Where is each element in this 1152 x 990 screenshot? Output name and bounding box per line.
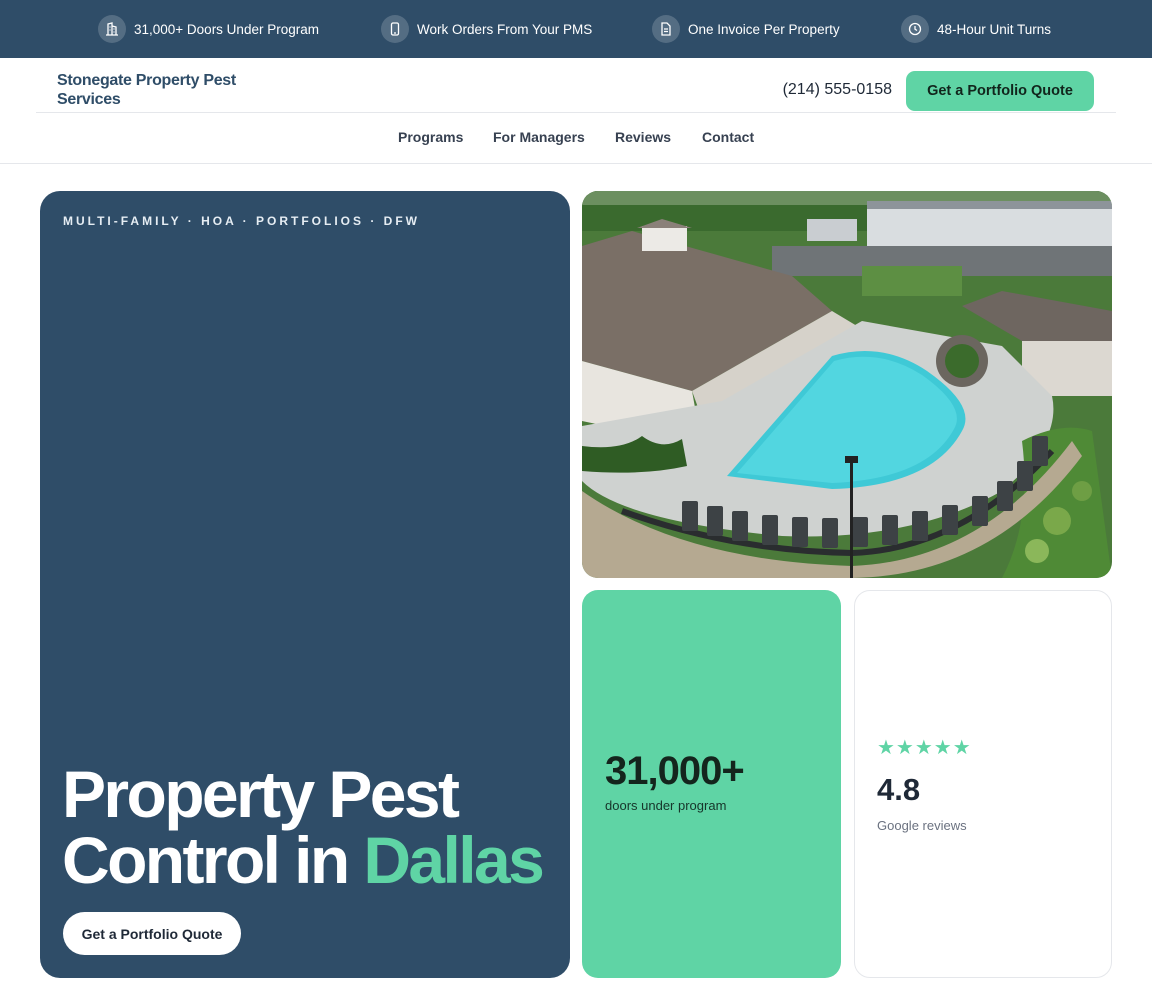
nav-link-contact[interactable]: Contact [702, 128, 754, 146]
doors-stat-value: 31,000+ [605, 749, 745, 793]
nav-link-programs[interactable]: Programs [398, 128, 463, 146]
trust-bar: 31,000+ Doors Under Program Work Orders … [0, 0, 1152, 58]
hero-title: Property Pest Control in Dallas [62, 761, 562, 893]
building-icon [98, 15, 126, 43]
clock-icon [901, 15, 929, 43]
trust-item-work-orders: Work Orders From Your PMS [381, 14, 592, 44]
rating-value: 4.8 [877, 772, 921, 807]
header-divider [36, 112, 1116, 113]
nav-divider [0, 163, 1152, 164]
hero-title-accent: Dallas [363, 823, 544, 897]
property-aerial-photo [582, 191, 1112, 578]
trust-item-invoice: One Invoice Per Property [652, 14, 840, 44]
nav-link-reviews[interactable]: Reviews [615, 128, 671, 146]
nav-link-for-managers[interactable]: For Managers [493, 128, 585, 146]
rating-source-label: Google reviews [877, 818, 967, 833]
trust-item-unit-turns: 48-Hour Unit Turns [901, 14, 1051, 44]
hero-quote-button[interactable]: Get a Portfolio Quote [63, 912, 241, 955]
phone-link[interactable]: (214) 555-0158 [740, 80, 892, 100]
phone-icon [381, 15, 409, 43]
trust-label: Work Orders From Your PMS [417, 21, 593, 37]
trust-label: One Invoice Per Property [688, 21, 840, 37]
trust-label: 48-Hour Unit Turns [937, 21, 1052, 37]
hero-panel: MULTI-FAMILY · HOA · PORTFOLIOS · DFW Pr… [40, 191, 570, 978]
header-quote-button[interactable]: Get a Portfolio Quote [906, 71, 1094, 111]
doors-stat-card: 31,000+ doors under program [582, 590, 841, 978]
reviews-card: ★★★★★ 4.8 Google reviews [854, 590, 1112, 978]
trust-item-doors: 31,000+ Doors Under Program [98, 14, 319, 44]
trust-label: 31,000+ Doors Under Program [134, 21, 319, 37]
brand-logo[interactable]: Stonegate Property Pest Services [57, 71, 257, 109]
doors-stat-label: doors under program [605, 798, 727, 813]
star-rating-icon: ★★★★★ [877, 737, 972, 759]
invoice-icon [652, 15, 680, 43]
hero-eyebrow: MULTI-FAMILY · HOA · PORTFOLIOS · DFW [63, 214, 420, 228]
